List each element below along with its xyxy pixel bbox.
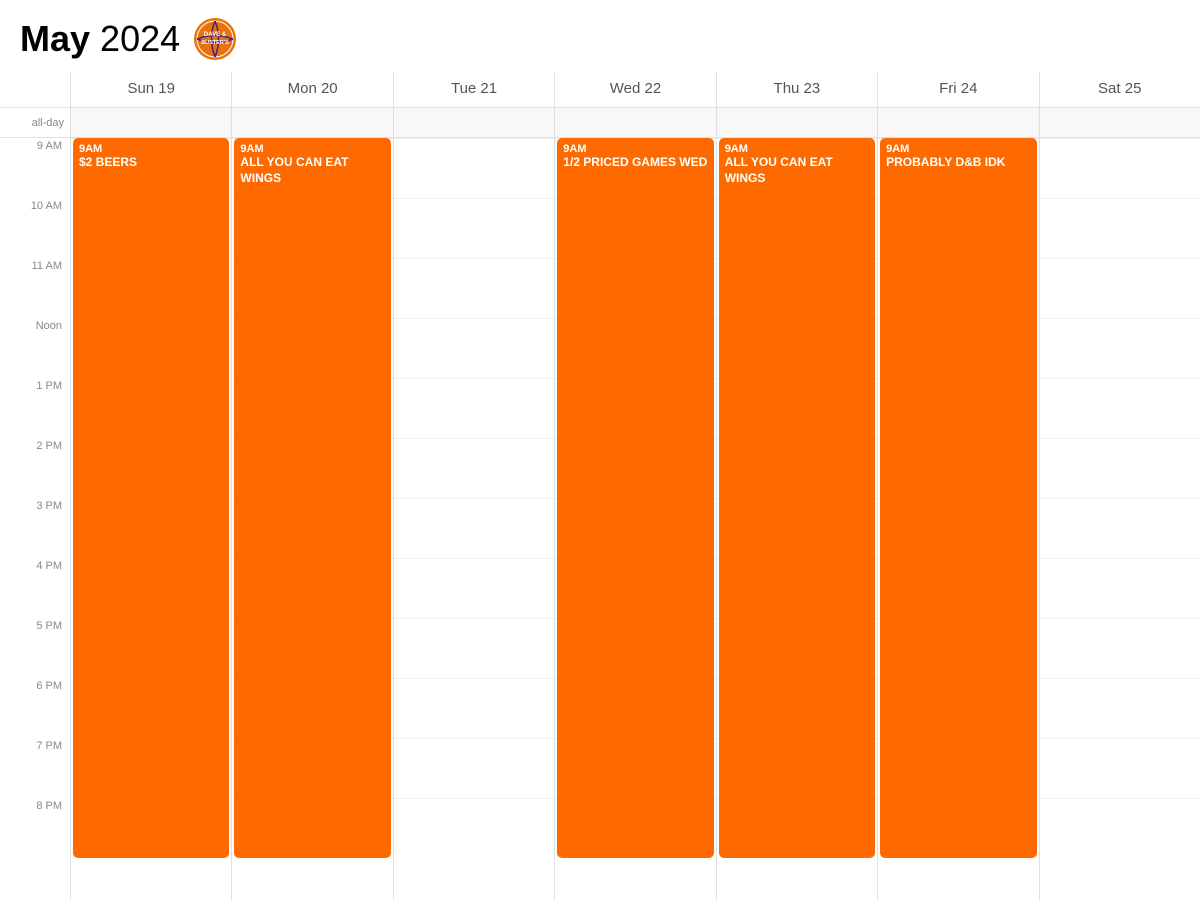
time-gutter-header xyxy=(0,72,70,107)
hour-line xyxy=(1040,318,1200,319)
allday-row: all-day xyxy=(0,108,1200,138)
svg-text:DAVE &: DAVE & xyxy=(204,32,227,38)
hour-line xyxy=(1040,738,1200,739)
allday-cell-mon xyxy=(231,108,392,137)
hour-line xyxy=(1040,498,1200,499)
time-label-2pm: 2 PM xyxy=(0,438,70,498)
time-label-7pm: 7 PM xyxy=(0,738,70,798)
day-column-mon: 9AM ALL YOU CAN EAT WINGS xyxy=(231,138,392,900)
day-header-mon: Mon 20 xyxy=(231,72,392,107)
month-label: May xyxy=(20,18,90,59)
day-header-thu: Thu 23 xyxy=(716,72,877,107)
day-column-tue xyxy=(393,138,554,900)
event-title: ALL YOU CAN EAT WINGS xyxy=(725,155,869,186)
day-column-sat xyxy=(1039,138,1200,900)
time-label-6pm: 6 PM xyxy=(0,678,70,738)
davebusters-logo: DAVE & BUSTER'S xyxy=(194,18,236,60)
hour-line xyxy=(394,378,554,379)
event-mon-wings[interactable]: 9AM ALL YOU CAN EAT WINGS xyxy=(234,138,390,858)
hour-line xyxy=(394,138,554,139)
time-label-11am: 11 AM xyxy=(0,258,70,318)
hour-line xyxy=(1040,618,1200,619)
hour-line xyxy=(394,258,554,259)
time-labels-column: 9 AM 10 AM 11 AM Noon 1 PM 2 PM 3 PM 4 P… xyxy=(0,138,70,900)
hour-line xyxy=(1040,198,1200,199)
day-columns: 9AM $2 BEERS xyxy=(70,138,1200,900)
time-grid-container[interactable]: 9 AM 10 AM 11 AM Noon 1 PM 2 PM 3 PM 4 P… xyxy=(0,138,1200,900)
hour-line xyxy=(1040,558,1200,559)
event-wed-games[interactable]: 9AM 1/2 PRICED GAMES WED xyxy=(557,138,713,858)
day-header-wed: Wed 22 xyxy=(554,72,715,107)
day-header-sun: Sun 19 xyxy=(70,72,231,107)
event-title: ALL YOU CAN EAT WINGS xyxy=(240,155,384,186)
hour-line xyxy=(394,738,554,739)
time-label-4pm: 4 PM xyxy=(0,558,70,618)
day-column-wed: 9AM 1/2 PRICED GAMES WED xyxy=(554,138,715,900)
time-label-5pm: 5 PM xyxy=(0,618,70,678)
time-grid: 9 AM 10 AM 11 AM Noon 1 PM 2 PM 3 PM 4 P… xyxy=(0,138,1200,900)
hour-line xyxy=(1040,798,1200,799)
hour-line xyxy=(394,798,554,799)
time-label-9am: 9 AM xyxy=(0,138,70,198)
event-title: 1/2 PRICED GAMES WED xyxy=(563,155,707,171)
day-header-fri: Fri 24 xyxy=(877,72,1038,107)
day-column-fri: 9AM PROBABLY D&B IDK xyxy=(877,138,1038,900)
time-label-1pm: 1 PM xyxy=(0,378,70,438)
hour-line xyxy=(1040,438,1200,439)
event-time: 9AM xyxy=(563,143,707,155)
event-time: 9AM xyxy=(886,143,1030,155)
event-title: PROBABLY D&B IDK xyxy=(886,155,1030,171)
event-time: 9AM xyxy=(79,143,223,155)
hour-line xyxy=(1040,678,1200,679)
hour-line xyxy=(394,318,554,319)
year-value: 2024 xyxy=(100,18,180,59)
hour-line xyxy=(1040,138,1200,139)
hour-line xyxy=(394,618,554,619)
hour-line xyxy=(394,198,554,199)
event-sun-beers[interactable]: 9AM $2 BEERS xyxy=(73,138,229,858)
event-time: 9AM xyxy=(240,143,384,155)
event-thu-wings[interactable]: 9AM ALL YOU CAN EAT WINGS xyxy=(719,138,875,858)
time-label-8pm: 8 PM xyxy=(0,798,70,858)
time-label-10am: 10 AM xyxy=(0,198,70,258)
time-label-noon: Noon xyxy=(0,318,70,378)
allday-cell-fri xyxy=(877,108,1038,137)
allday-cell-wed xyxy=(554,108,715,137)
allday-cell-tue xyxy=(393,108,554,137)
allday-cell-sat xyxy=(1039,108,1200,137)
day-column-sun: 9AM $2 BEERS xyxy=(70,138,231,900)
calendar-header: May 2024 DAVE & BUSTER'S xyxy=(0,0,1200,72)
calendar-grid: Sun 19 Mon 20 Tue 21 Wed 22 Thu 23 Fri 2… xyxy=(0,72,1200,900)
hour-line xyxy=(1040,258,1200,259)
hour-line xyxy=(1040,378,1200,379)
day-header-tue: Tue 21 xyxy=(393,72,554,107)
hour-line xyxy=(394,498,554,499)
hour-line xyxy=(394,438,554,439)
day-headers-row: Sun 19 Mon 20 Tue 21 Wed 22 Thu 23 Fri 2… xyxy=(0,72,1200,108)
event-fri-db[interactable]: 9AM PROBABLY D&B IDK xyxy=(880,138,1036,858)
time-label-3pm: 3 PM xyxy=(0,498,70,558)
allday-cell-thu xyxy=(716,108,877,137)
hour-line xyxy=(394,678,554,679)
allday-label: all-day xyxy=(0,108,70,137)
event-time: 9AM xyxy=(725,143,869,155)
svg-text:BUSTER'S: BUSTER'S xyxy=(201,40,229,46)
day-header-sat: Sat 25 xyxy=(1039,72,1200,107)
allday-cell-sun xyxy=(70,108,231,137)
day-column-thu: 9AM ALL YOU CAN EAT WINGS xyxy=(716,138,877,900)
month-year-title: May 2024 xyxy=(20,18,180,60)
hour-line xyxy=(394,558,554,559)
event-title: $2 BEERS xyxy=(79,155,223,171)
